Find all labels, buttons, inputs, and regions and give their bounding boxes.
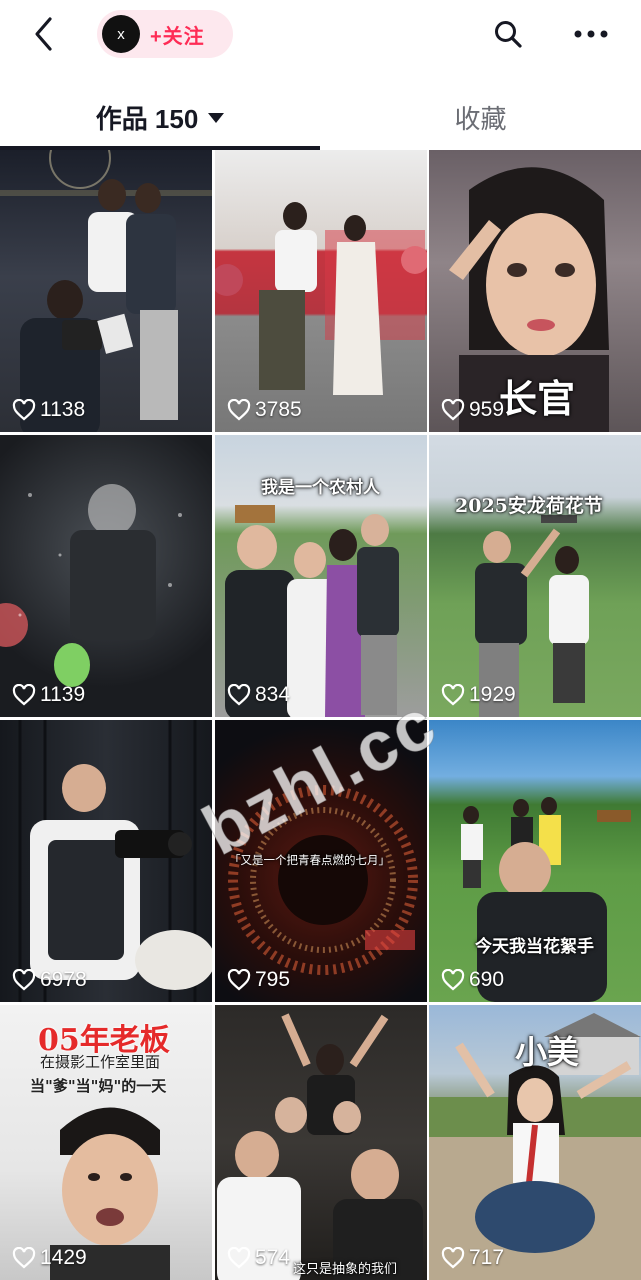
like-count: 795 <box>227 968 290 992</box>
like-count-text: 959 <box>469 398 505 421</box>
heart-icon <box>227 1247 251 1269</box>
video-caption: 这只是抽象的我们 <box>293 1262 398 1277</box>
video-thumbnail <box>0 150 212 432</box>
follow-pill[interactable]: x +关注 <box>97 10 233 58</box>
heart-icon <box>227 684 251 706</box>
back-arrow-icon[interactable] <box>24 14 64 54</box>
heart-icon <box>441 684 465 706</box>
like-count-text: 1138 <box>40 398 86 421</box>
video-tile[interactable]: 2025安龙荷花节 1929 <box>429 435 641 717</box>
video-tile[interactable]: 6978 <box>0 720 212 1002</box>
like-count-text: 6978 <box>40 968 87 991</box>
follow-button[interactable]: +关注 <box>150 20 205 49</box>
like-count: 1139 <box>12 683 85 707</box>
heart-icon <box>12 684 36 706</box>
video-tile[interactable]: 我是一个农村人 834 <box>215 435 427 717</box>
like-count: 717 <box>441 1246 504 1270</box>
video-tile[interactable]: 05年老板 在摄影工作室里面 当"爹"当"妈"的一天 1429 <box>0 1005 212 1280</box>
like-count-text: 1139 <box>40 683 86 706</box>
video-thumbnail <box>475 515 589 717</box>
video-tile[interactable]: 1138 <box>0 150 212 432</box>
video-tile[interactable]: 今天我当花絮手 690 <box>429 720 641 1002</box>
avatar[interactable]: x <box>102 15 140 53</box>
more-dots-icon[interactable] <box>568 14 614 54</box>
like-count-text: 3785 <box>255 398 302 421</box>
video-caption: 小美 <box>515 1033 580 1071</box>
video-thumbnail <box>215 202 427 395</box>
profile-tabs: 作品 150 收藏 <box>0 88 641 150</box>
heart-icon <box>441 399 465 421</box>
like-count: 574 <box>227 1246 290 1270</box>
video-tile[interactable]: 长官 959 <box>429 150 641 432</box>
top-bar: x +关注 <box>0 0 641 80</box>
video-thumbnail <box>0 484 182 687</box>
tab-works[interactable]: 作品 150 <box>0 88 320 146</box>
heart-icon <box>12 1247 36 1269</box>
like-count-text: 1929 <box>469 683 516 706</box>
video-tile[interactable]: 1139 <box>0 435 212 717</box>
video-subcaption: 在摄影工作室里面 <box>40 1053 161 1071</box>
caret-down-icon[interactable] <box>208 113 225 123</box>
tab-favorites[interactable]: 收藏 <box>320 88 641 146</box>
video-subcaption: 当"爹"当"妈"的一天 <box>30 1077 167 1095</box>
heart-icon <box>12 399 36 421</box>
video-tile[interactable]: 3785 <box>215 150 427 432</box>
like-count-text: 1429 <box>40 1246 87 1269</box>
heart-icon <box>227 399 251 421</box>
like-count-text: 834 <box>255 683 291 706</box>
video-caption: 2025安龙荷花节 <box>455 495 603 517</box>
like-count: 1429 <box>12 1246 87 1270</box>
tab-favorites-label: 收藏 <box>454 103 507 134</box>
heart-icon <box>12 969 36 991</box>
video-caption: 今天我当花絮手 <box>475 937 594 957</box>
video-tile[interactable]: 这只是抽象的我们 574 <box>215 1005 427 1280</box>
heart-icon <box>441 969 465 991</box>
tab-works-label: 作品 150 <box>95 103 199 134</box>
video-tile[interactable]: 小美 717 <box>429 1005 641 1280</box>
search-icon[interactable] <box>488 14 528 54</box>
like-count: 6978 <box>12 968 87 992</box>
video-thumbnail <box>461 797 631 1002</box>
like-count: 959 <box>441 398 504 422</box>
like-count-text: 717 <box>469 1246 505 1269</box>
like-count-text: 795 <box>255 968 291 991</box>
heart-icon <box>227 969 251 991</box>
like-count-text: 574 <box>255 1246 291 1269</box>
like-count: 3785 <box>227 398 302 422</box>
like-count-text: 690 <box>469 968 505 991</box>
like-count: 834 <box>227 683 290 707</box>
video-thumbnail <box>217 1013 423 1280</box>
like-count: 1138 <box>12 398 85 422</box>
heart-icon <box>441 1247 465 1269</box>
video-thumbnail <box>18 720 212 1002</box>
video-caption: 我是一个农村人 <box>261 478 380 498</box>
like-count: 1929 <box>441 683 516 707</box>
video-caption: 长官 <box>499 376 576 421</box>
like-count: 690 <box>441 968 504 992</box>
